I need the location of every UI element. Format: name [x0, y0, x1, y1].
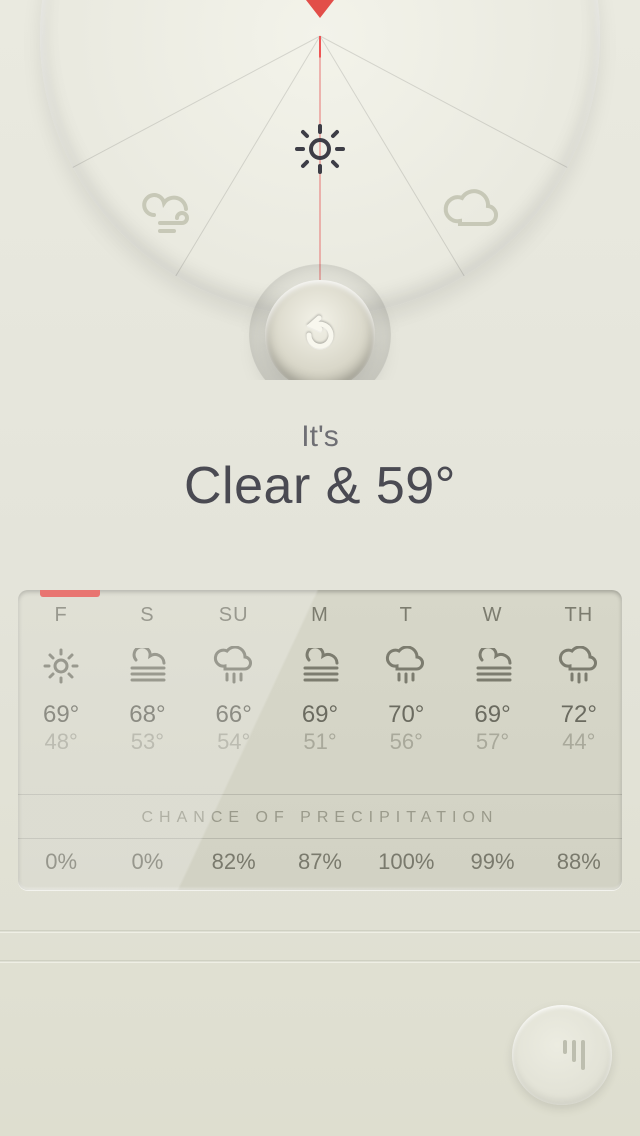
fog-icon: [449, 641, 535, 691]
day-label: T: [363, 604, 449, 627]
fog-icon: [277, 641, 363, 691]
precip-value: 100%: [363, 849, 449, 875]
day-label: S: [104, 604, 190, 627]
fog-icon: [104, 641, 190, 691]
forecast-day[interactable]: T 70° 56°: [363, 604, 449, 755]
sun-icon: [18, 641, 104, 691]
current-conditions: It's Clear & 59°: [0, 420, 640, 516]
rain-icon: [363, 641, 449, 691]
dial-marker-icon: [306, 0, 334, 18]
precip-value: 82%: [191, 849, 277, 875]
wind-cloud-icon: [140, 185, 200, 238]
rain-icon: [191, 641, 277, 691]
divider: [0, 960, 640, 963]
high-temp: 68°: [104, 701, 190, 729]
low-temp: 53°: [104, 729, 190, 755]
high-temp: 69°: [277, 701, 363, 729]
high-temp: 69°: [18, 701, 104, 729]
forecast-day[interactable]: S 68° 53°: [104, 604, 190, 755]
menu-button[interactable]: [512, 1005, 612, 1105]
forecast-day[interactable]: M 69° 51°: [277, 604, 363, 755]
day-label: TH: [536, 604, 622, 627]
precip-row: 0% 0% 82% 87% 100% 99% 88%: [18, 838, 622, 875]
divider: [0, 930, 640, 933]
low-temp: 51°: [277, 729, 363, 755]
high-temp: 70°: [363, 701, 449, 729]
cloud-icon: [442, 185, 500, 236]
forecast-day[interactable]: TH 72° 44°: [536, 604, 622, 755]
forecast-row: F 69° 48° S 68° 53: [18, 604, 622, 755]
rain-icon: [536, 641, 622, 691]
low-temp: 44°: [536, 729, 622, 755]
bars-icon: [563, 1040, 585, 1070]
precip-value: 0%: [18, 849, 104, 875]
precip-value: 99%: [449, 849, 535, 875]
refresh-icon: [297, 312, 343, 358]
day-label: F: [18, 604, 104, 627]
precip-header: CHANCE OF PRECIPITATION: [18, 794, 622, 827]
precip-value: 87%: [277, 849, 363, 875]
forecast-day[interactable]: F 69° 48°: [18, 604, 104, 755]
low-temp: 57°: [449, 729, 535, 755]
today-marker: [40, 590, 100, 597]
high-temp: 66°: [191, 701, 277, 729]
headline-prefix: It's: [0, 420, 640, 454]
precip-value: 88%: [536, 849, 622, 875]
weather-dial[interactable]: [0, 0, 640, 380]
forecast-day[interactable]: SU 66° 54°: [191, 604, 277, 755]
low-temp: 48°: [18, 729, 104, 755]
high-temp: 72°: [536, 701, 622, 729]
day-label: W: [449, 604, 535, 627]
precip-value: 0%: [104, 849, 190, 875]
forecast-panel[interactable]: F 69° 48° S 68° 53: [18, 590, 622, 890]
sun-icon: [291, 120, 349, 183]
high-temp: 69°: [449, 701, 535, 729]
day-label: SU: [191, 604, 277, 627]
low-temp: 56°: [363, 729, 449, 755]
headline-condition: Clear & 59°: [0, 456, 640, 516]
refresh-button[interactable]: [265, 280, 375, 380]
day-label: M: [277, 604, 363, 627]
forecast-day[interactable]: W 69° 57°: [449, 604, 535, 755]
low-temp: 54°: [191, 729, 277, 755]
